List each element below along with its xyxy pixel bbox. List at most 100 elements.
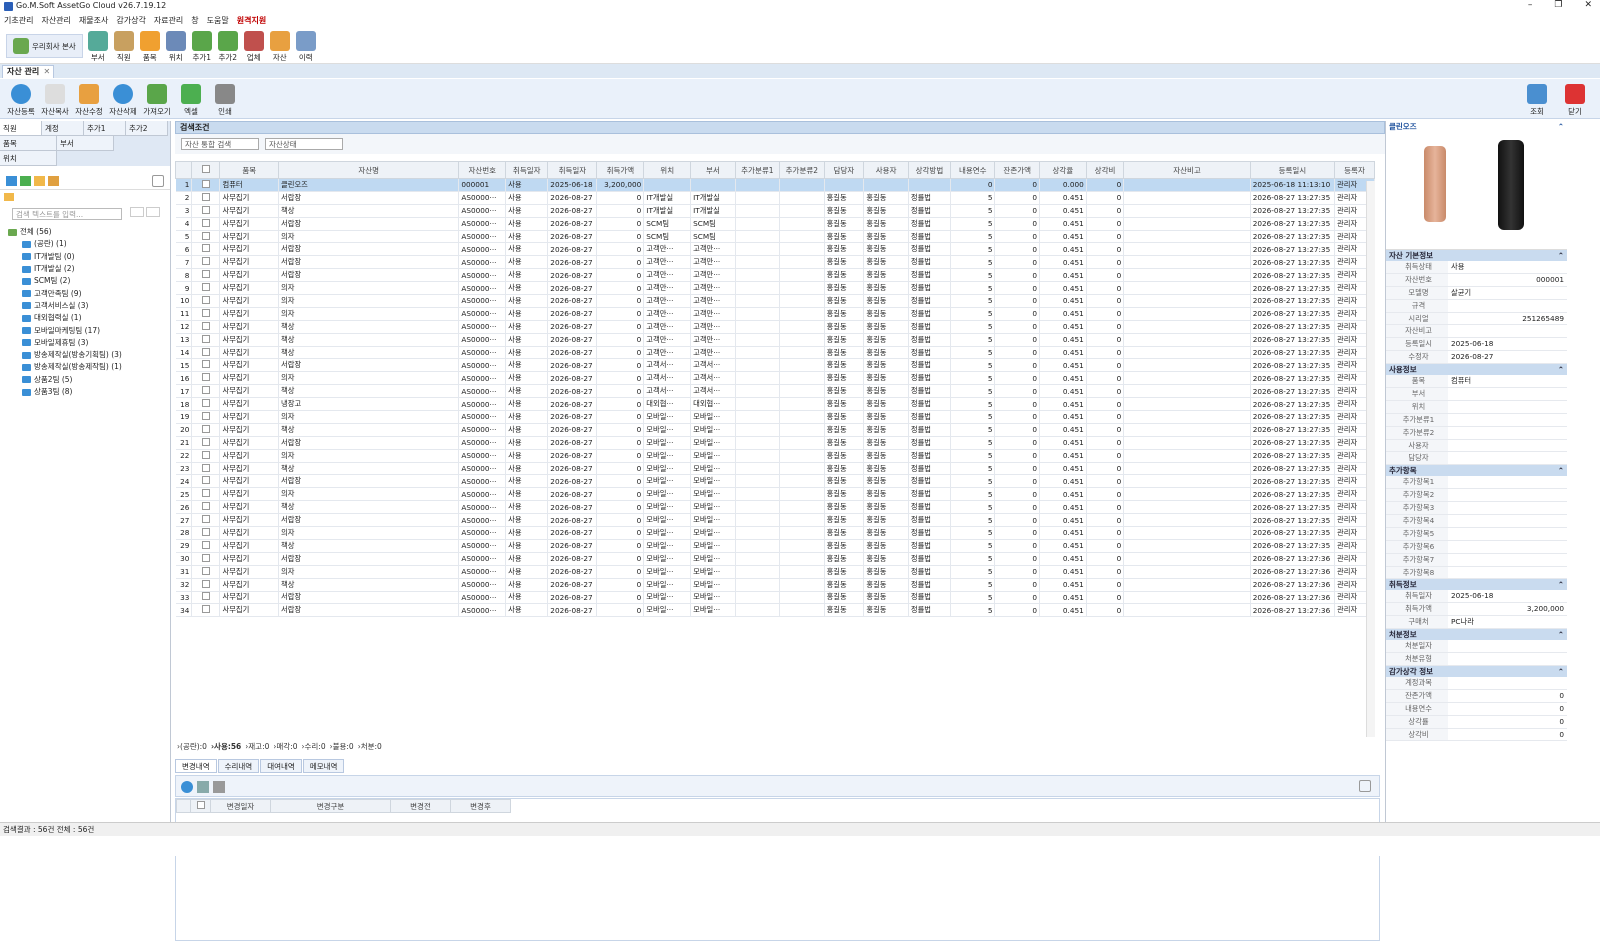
- tree-node[interactable]: 모바일제휴팀 (3): [8, 337, 170, 349]
- row-checkbox[interactable]: [201, 373, 210, 382]
- property-value[interactable]: [1448, 414, 1567, 426]
- row-checkbox[interactable]: [201, 205, 210, 214]
- table-row[interactable]: 22 사무집기 의자 AS0000··· 사용 2026-08-27 0 모바일··· 모바일·…: [175, 449, 1375, 463]
- history-tab[interactable]: 대여내역: [260, 759, 302, 773]
- row-checkbox-cell[interactable]: [191, 333, 221, 347]
- table-row[interactable]: 13 사무집기 책상 AS0000··· 사용 2026-08-27 0 고객만··· 고객만·…: [175, 333, 1375, 347]
- status-filter[interactable]: ›매각:0: [273, 741, 297, 752]
- table-row[interactable]: 12 사무집기 책상 AS0000··· 사용 2026-08-27 0 고객만··· 고객만·…: [175, 320, 1375, 334]
- row-checkbox-cell[interactable]: [191, 242, 221, 257]
- row-checkbox-cell[interactable]: [191, 462, 221, 476]
- table-row[interactable]: 10 사무집기 의자 AS0000··· 사용 2026-08-27 0 고객만··· 고객만·…: [175, 294, 1375, 308]
- property-value[interactable]: 0: [1448, 703, 1567, 715]
- grid-header[interactable]: 추가분류2: [779, 161, 825, 179]
- left-tab[interactable]: 부서: [57, 136, 114, 151]
- grid-header[interactable]: 내용연수: [949, 161, 996, 179]
- grid-header[interactable]: 변경후: [450, 799, 511, 813]
- tree-node[interactable]: SCM팀 (2): [8, 275, 170, 287]
- table-row[interactable]: 11 사무집기 의자 AS0000··· 사용 2026-08-27 0 고객만··· 고객만·…: [175, 307, 1375, 321]
- menu-item[interactable]: 기초관리: [4, 14, 33, 28]
- collapse-icon[interactable]: ⌃: [1558, 364, 1564, 375]
- asset-action-button[interactable]: 자산등록: [4, 84, 38, 118]
- table-row[interactable]: 9 사무집기 의자 AS0000··· 사용 2026-08-27 0 고객만··· 고객만··…: [175, 281, 1375, 296]
- collapse-icon[interactable]: ⌃: [1558, 629, 1564, 640]
- menu-item[interactable]: 감가상각: [116, 14, 145, 28]
- row-checkbox-cell[interactable]: [191, 268, 221, 283]
- grid-header[interactable]: 자산번호: [458, 161, 507, 179]
- tab-close-icon[interactable]: ✕: [44, 66, 51, 78]
- row-checkbox-cell[interactable]: [191, 371, 221, 386]
- toolbar-1-button[interactable]: 부서: [85, 31, 111, 63]
- property-value[interactable]: [1448, 502, 1567, 514]
- excel-icon[interactable]: [20, 175, 31, 186]
- table-row[interactable]: 14 사무집기 책상 AS0000··· 사용 2026-08-27 0 고객만··· 고객만·…: [175, 346, 1375, 360]
- row-checkbox-cell[interactable]: [191, 281, 221, 296]
- table-row[interactable]: 24 사무집기 서랍장 AS0000··· 사용 2026-08-27 0 모바일··· 모바일…: [175, 474, 1375, 489]
- row-checkbox[interactable]: [201, 411, 210, 420]
- grid-header[interactable]: 추가분류1: [734, 161, 781, 179]
- row-checkbox-cell[interactable]: [191, 591, 221, 605]
- grid-header[interactable]: 취득가액: [596, 161, 645, 179]
- status-filter[interactable]: ›처분:0: [358, 741, 382, 752]
- row-checkbox[interactable]: [201, 386, 210, 395]
- property-value[interactable]: [1448, 476, 1567, 488]
- table-row[interactable]: 19 사무집기 의자 AS0000··· 사용 2026-08-27 0 모바일··· 모바일·…: [175, 410, 1375, 424]
- status-filter[interactable]: ›수리:0: [302, 741, 326, 752]
- property-value[interactable]: [1448, 567, 1567, 579]
- grid-header[interactable]: 상각율: [1038, 161, 1087, 179]
- asset-action-button[interactable]: 인쇄: [208, 84, 242, 118]
- tree-node[interactable]: 모바일마케팅팀 (17): [8, 324, 170, 336]
- tree-node[interactable]: 고객만족팀 (9): [8, 287, 170, 299]
- left-tab[interactable]: 계정: [42, 121, 84, 136]
- row-checkbox[interactable]: [201, 502, 210, 511]
- tree-node[interactable]: 대외협력실 (1): [8, 312, 170, 324]
- toolbar-2-button[interactable]: 직원: [111, 31, 137, 63]
- row-checkbox-cell[interactable]: [191, 423, 221, 437]
- detail-section-header[interactable]: 취득정보 ⌃: [1386, 579, 1567, 591]
- grid-header[interactable]: 사용자: [863, 161, 909, 179]
- row-checkbox-cell[interactable]: [191, 487, 221, 502]
- collapse-icon[interactable]: ⌃: [1558, 465, 1564, 476]
- property-value[interactable]: 3,200,000: [1448, 603, 1567, 615]
- table-row[interactable]: 26 사무집기 책상 AS0000··· 사용 2026-08-27 0 모바일··· 모바일·…: [175, 500, 1375, 515]
- row-checkbox[interactable]: [201, 321, 210, 330]
- property-value[interactable]: [1448, 541, 1567, 553]
- property-value[interactable]: 2025-06-18: [1448, 338, 1567, 350]
- table-row[interactable]: 18 사무집기 냉장고 AS0000··· 사용 2026-08-27 0 대외협··· 대외협…: [175, 397, 1375, 412]
- property-value[interactable]: 0: [1448, 729, 1567, 741]
- folder-icon[interactable]: [34, 175, 45, 186]
- row-checkbox-cell[interactable]: [191, 513, 221, 528]
- grid-header[interactable]: 취득일자: [505, 161, 549, 179]
- property-value[interactable]: 살균기: [1448, 287, 1567, 299]
- property-value[interactable]: [1448, 677, 1567, 689]
- table-row[interactable]: 32 사무집기 책상 AS0000··· 사용 2026-08-27 0 모바일··· 모바일·…: [175, 578, 1375, 592]
- detail-section-header[interactable]: 자산 기본정보 ⌃: [1386, 250, 1567, 261]
- property-value[interactable]: [1448, 653, 1567, 665]
- tree-node[interactable]: (공란) (1): [8, 238, 170, 250]
- row-checkbox-cell[interactable]: [191, 526, 221, 540]
- row-checkbox[interactable]: [201, 360, 210, 369]
- row-checkbox-cell[interactable]: [191, 500, 221, 515]
- row-checkbox-cell[interactable]: [191, 217, 221, 231]
- menu-item[interactable]: 자료관리: [154, 14, 183, 28]
- refresh-button[interactable]: 조회: [1520, 84, 1554, 117]
- left-tab[interactable]: 품목: [0, 136, 57, 151]
- menu-item[interactable]: 도움말: [207, 14, 229, 28]
- collapse-icon[interactable]: ⌃: [1558, 121, 1564, 132]
- left-tab[interactable]: 위치: [0, 151, 57, 166]
- table-row[interactable]: 2 사무집기 서랍장 AS0000··· 사용 2026-08-27 0 IT개발실 IT개발실…: [175, 191, 1375, 205]
- asset-action-button[interactable]: 엑셀: [174, 84, 208, 118]
- row-checkbox-cell[interactable]: [191, 178, 221, 192]
- property-value[interactable]: 컴퓨터: [1448, 375, 1567, 387]
- grid-header[interactable]: 품목: [219, 161, 280, 179]
- property-value[interactable]: 0: [1448, 690, 1567, 702]
- table-row[interactable]: 8 사무집기 서랍장 AS0000··· 사용 2026-08-27 0 고객만··· 고객만·…: [175, 268, 1375, 283]
- property-value[interactable]: [1448, 427, 1567, 439]
- history-tab[interactable]: 수리내역: [217, 759, 260, 773]
- property-value[interactable]: [1448, 440, 1567, 452]
- row-checkbox-cell[interactable]: [191, 565, 221, 579]
- toolbar-5-button[interactable]: 추가1: [189, 31, 215, 63]
- row-checkbox-cell[interactable]: [191, 552, 221, 566]
- tree-node[interactable]: 상품3팀 (8): [8, 386, 170, 398]
- filter-icon[interactable]: [48, 175, 59, 186]
